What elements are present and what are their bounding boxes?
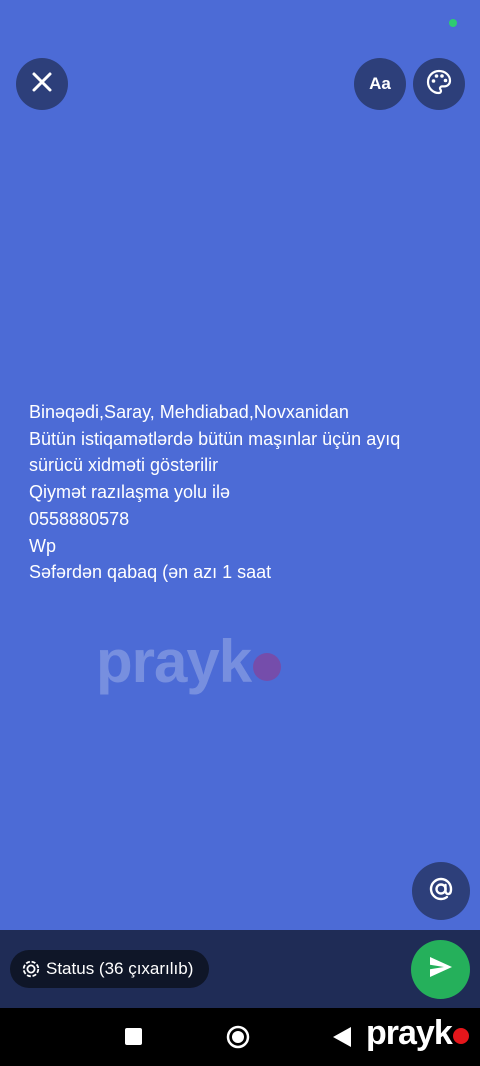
font-button[interactable]: Aa [354,58,406,110]
status-line: Qiymət razılaşma yolu ilə [29,482,231,503]
close-button[interactable] [16,58,68,110]
status-privacy-chip[interactable]: Status (36 çıxarılıb) [10,950,210,988]
send-button[interactable] [411,940,470,999]
send-icon [429,956,453,983]
status-chip-label: Status (36 çıxarılıb) [46,959,194,978]
system-navigation-bar: prayk [0,1008,480,1066]
brand-text: prayk [366,1014,453,1052]
camera-indicator-dot [449,19,457,27]
watermark-dot [253,653,282,681]
status-line: 0558880578 [29,508,130,529]
watermark-logo: prayk [96,628,282,695]
status-line: Səfərdən qabaq (ən azı 1 saat [29,562,272,583]
status-line: sürücü xidməti göstərilir [29,455,219,476]
circle-icon[interactable] [226,1025,250,1049]
status-ring-icon [22,960,40,978]
status-text-input[interactable]: Binəqədi,Saray, Mehdiabad,Novxanidan Büt… [29,399,459,586]
font-button-label: Aa [369,74,391,93]
palette-icon [426,69,452,100]
status-line: Wp [29,535,56,556]
triangle-back-icon[interactable] [332,1026,352,1048]
watermark-text: prayk [96,628,252,695]
color-palette-button[interactable] [413,58,465,110]
brand-dot [452,1028,469,1044]
at-sign-icon [427,875,455,908]
status-line: Bütün istiqamətlərdə bütün maşınlar üçün… [29,428,401,449]
close-icon [31,71,53,98]
mention-button[interactable] [412,862,470,920]
status-line: Binəqədi,Saray, Mehdiabad,Novxanidan [29,402,349,422]
square-icon[interactable] [125,1028,142,1045]
composer-bar: Status (36 çıxarılıb) [0,930,480,1008]
brand-logo: prayk [366,1016,469,1050]
status-editor-screen: Aa Binəqədi,Saray, Mehdiabad,Novxanidan … [0,0,480,1066]
